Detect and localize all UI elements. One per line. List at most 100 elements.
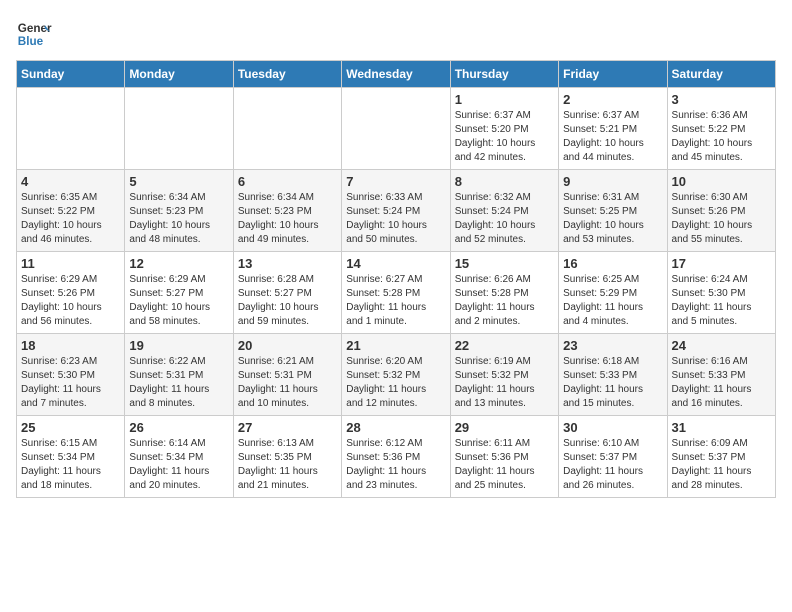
day-number: 17 <box>672 256 771 271</box>
calendar-cell: 21 Sunrise: 6:20 AM Sunset: 5:32 PM Dayli… <box>342 334 450 416</box>
week-row-3: 11 Sunrise: 6:29 AM Sunset: 5:26 PM Dayli… <box>17 252 776 334</box>
day-number: 25 <box>21 420 120 435</box>
day-info: Sunrise: 6:23 AM Sunset: 5:30 PM Dayligh… <box>21 355 120 411</box>
day-info: Sunrise: 6:18 AM Sunset: 5:33 PM Dayligh… <box>563 355 662 411</box>
calendar-cell <box>342 88 450 170</box>
weekday-header-tuesday: Tuesday <box>233 61 341 88</box>
day-number: 2 <box>563 92 662 107</box>
weekday-header-sunday: Sunday <box>17 61 125 88</box>
calendar-cell: 25 Sunrise: 6:15 AM Sunset: 5:34 PM Dayli… <box>17 416 125 498</box>
day-info: Sunrise: 6:37 AM Sunset: 5:20 PM Dayligh… <box>455 109 554 165</box>
week-row-5: 25 Sunrise: 6:15 AM Sunset: 5:34 PM Dayli… <box>17 416 776 498</box>
day-number: 27 <box>238 420 337 435</box>
day-info: Sunrise: 6:36 AM Sunset: 5:22 PM Dayligh… <box>672 109 771 165</box>
calendar-cell: 1 Sunrise: 6:37 AM Sunset: 5:20 PM Daylig… <box>450 88 558 170</box>
day-info: Sunrise: 6:30 AM Sunset: 5:26 PM Dayligh… <box>672 191 771 247</box>
day-number: 7 <box>346 174 445 189</box>
day-number: 8 <box>455 174 554 189</box>
weekday-header-saturday: Saturday <box>667 61 775 88</box>
day-number: 19 <box>129 338 228 353</box>
day-number: 28 <box>346 420 445 435</box>
day-number: 20 <box>238 338 337 353</box>
day-info: Sunrise: 6:25 AM Sunset: 5:29 PM Dayligh… <box>563 273 662 329</box>
day-info: Sunrise: 6:12 AM Sunset: 5:36 PM Dayligh… <box>346 437 445 493</box>
calendar-cell: 27 Sunrise: 6:13 AM Sunset: 5:35 PM Dayli… <box>233 416 341 498</box>
calendar-cell: 2 Sunrise: 6:37 AM Sunset: 5:21 PM Daylig… <box>559 88 667 170</box>
day-info: Sunrise: 6:26 AM Sunset: 5:28 PM Dayligh… <box>455 273 554 329</box>
calendar-cell: 3 Sunrise: 6:36 AM Sunset: 5:22 PM Daylig… <box>667 88 775 170</box>
day-number: 31 <box>672 420 771 435</box>
day-number: 10 <box>672 174 771 189</box>
calendar-cell: 14 Sunrise: 6:27 AM Sunset: 5:28 PM Dayli… <box>342 252 450 334</box>
day-number: 14 <box>346 256 445 271</box>
calendar-cell: 30 Sunrise: 6:10 AM Sunset: 5:37 PM Dayli… <box>559 416 667 498</box>
calendar-cell: 18 Sunrise: 6:23 AM Sunset: 5:30 PM Dayli… <box>17 334 125 416</box>
weekday-header-wednesday: Wednesday <box>342 61 450 88</box>
calendar-cell: 5Sunrise: 6:34 AM Sunset: 5:23 PM Daylig… <box>125 170 233 252</box>
calendar-header: SundayMondayTuesdayWednesdayThursdayFrid… <box>17 61 776 88</box>
calendar-cell: 22Sunrise: 6:19 AM Sunset: 5:32 PM Dayli… <box>450 334 558 416</box>
day-number: 1 <box>455 92 554 107</box>
day-number: 22 <box>455 338 554 353</box>
calendar-cell: 31 Sunrise: 6:09 AM Sunset: 5:37 PM Dayli… <box>667 416 775 498</box>
day-info: Sunrise: 6:31 AM Sunset: 5:25 PM Dayligh… <box>563 191 662 247</box>
calendar-cell: 16 Sunrise: 6:25 AM Sunset: 5:29 PM Dayli… <box>559 252 667 334</box>
day-info: Sunrise: 6:21 AM Sunset: 5:31 PM Dayligh… <box>238 355 337 411</box>
weekday-header-thursday: Thursday <box>450 61 558 88</box>
calendar-cell: 4 Sunrise: 6:35 AM Sunset: 5:22 PM Daylig… <box>17 170 125 252</box>
day-number: 9 <box>563 174 662 189</box>
day-info: Sunrise: 6:29 AM Sunset: 5:27 PM Dayligh… <box>129 273 228 329</box>
day-info: Sunrise: 6:27 AM Sunset: 5:28 PM Dayligh… <box>346 273 445 329</box>
weekday-header-friday: Friday <box>559 61 667 88</box>
calendar-cell: 13 Sunrise: 6:28 AM Sunset: 5:27 PM Dayli… <box>233 252 341 334</box>
header: General Blue <box>16 16 776 52</box>
calendar-cell: 9 Sunrise: 6:31 AM Sunset: 5:25 PM Daylig… <box>559 170 667 252</box>
day-info: Sunrise: 6:28 AM Sunset: 5:27 PM Dayligh… <box>238 273 337 329</box>
weekday-row: SundayMondayTuesdayWednesdayThursdayFrid… <box>17 61 776 88</box>
day-number: 16 <box>563 256 662 271</box>
calendar-cell: 7 Sunrise: 6:33 AM Sunset: 5:24 PM Daylig… <box>342 170 450 252</box>
day-info: Sunrise: 6:34 AM Sunset: 5:23 PM Dayligh… <box>238 191 337 247</box>
day-info: Sunrise: 6:15 AM Sunset: 5:34 PM Dayligh… <box>21 437 120 493</box>
calendar-cell: 29Sunrise: 6:11 AM Sunset: 5:36 PM Dayli… <box>450 416 558 498</box>
day-info: Sunrise: 6:09 AM Sunset: 5:37 PM Dayligh… <box>672 437 771 493</box>
calendar-cell <box>17 88 125 170</box>
day-info: Sunrise: 6:24 AM Sunset: 5:30 PM Dayligh… <box>672 273 771 329</box>
calendar-table: SundayMondayTuesdayWednesdayThursdayFrid… <box>16 60 776 498</box>
day-info: Sunrise: 6:32 AM Sunset: 5:24 PM Dayligh… <box>455 191 554 247</box>
day-number: 18 <box>21 338 120 353</box>
svg-text:Blue: Blue <box>18 35 44 48</box>
day-number: 6 <box>238 174 337 189</box>
day-number: 12 <box>129 256 228 271</box>
logo-icon: General Blue <box>16 16 52 52</box>
day-number: 4 <box>21 174 120 189</box>
day-number: 13 <box>238 256 337 271</box>
calendar-cell: 28 Sunrise: 6:12 AM Sunset: 5:36 PM Dayli… <box>342 416 450 498</box>
day-info: Sunrise: 6:37 AM Sunset: 5:21 PM Dayligh… <box>563 109 662 165</box>
day-info: Sunrise: 6:14 AM Sunset: 5:34 PM Dayligh… <box>129 437 228 493</box>
calendar-cell <box>233 88 341 170</box>
day-info: Sunrise: 6:10 AM Sunset: 5:37 PM Dayligh… <box>563 437 662 493</box>
day-number: 15 <box>455 256 554 271</box>
calendar-cell: 11 Sunrise: 6:29 AM Sunset: 5:26 PM Dayli… <box>17 252 125 334</box>
week-row-2: 4 Sunrise: 6:35 AM Sunset: 5:22 PM Daylig… <box>17 170 776 252</box>
calendar-cell: 20 Sunrise: 6:21 AM Sunset: 5:31 PM Dayli… <box>233 334 341 416</box>
calendar-cell: 19Sunrise: 6:22 AM Sunset: 5:31 PM Dayli… <box>125 334 233 416</box>
calendar-cell: 10 Sunrise: 6:30 AM Sunset: 5:26 PM Dayli… <box>667 170 775 252</box>
week-row-1: 1 Sunrise: 6:37 AM Sunset: 5:20 PM Daylig… <box>17 88 776 170</box>
day-info: Sunrise: 6:34 AM Sunset: 5:23 PM Dayligh… <box>129 191 228 247</box>
day-number: 21 <box>346 338 445 353</box>
day-number: 30 <box>563 420 662 435</box>
day-info: Sunrise: 6:29 AM Sunset: 5:26 PM Dayligh… <box>21 273 120 329</box>
day-info: Sunrise: 6:16 AM Sunset: 5:33 PM Dayligh… <box>672 355 771 411</box>
day-number: 29 <box>455 420 554 435</box>
day-info: Sunrise: 6:33 AM Sunset: 5:24 PM Dayligh… <box>346 191 445 247</box>
day-number: 3 <box>672 92 771 107</box>
day-info: Sunrise: 6:20 AM Sunset: 5:32 PM Dayligh… <box>346 355 445 411</box>
day-number: 11 <box>21 256 120 271</box>
day-number: 23 <box>563 338 662 353</box>
logo: General Blue <box>16 16 52 52</box>
calendar-cell <box>125 88 233 170</box>
day-info: Sunrise: 6:35 AM Sunset: 5:22 PM Dayligh… <box>21 191 120 247</box>
day-info: Sunrise: 6:13 AM Sunset: 5:35 PM Dayligh… <box>238 437 337 493</box>
